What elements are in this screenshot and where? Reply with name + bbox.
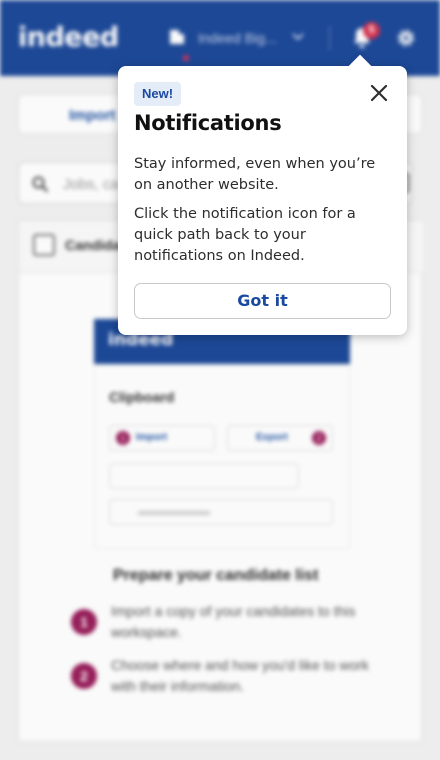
popover-title: Notifications	[134, 111, 282, 135]
got-it-button[interactable]: Got it	[134, 283, 391, 319]
notifications-popover: New! Notifications Stay informed, even w…	[118, 54, 407, 335]
new-badge: New!	[134, 82, 182, 106]
close-icon[interactable]	[368, 82, 390, 104]
popover-paragraph: Click the notification icon for a quick …	[134, 206, 356, 264]
popover-paragraph: Stay informed, even when you’re on anoth…	[134, 156, 376, 193]
